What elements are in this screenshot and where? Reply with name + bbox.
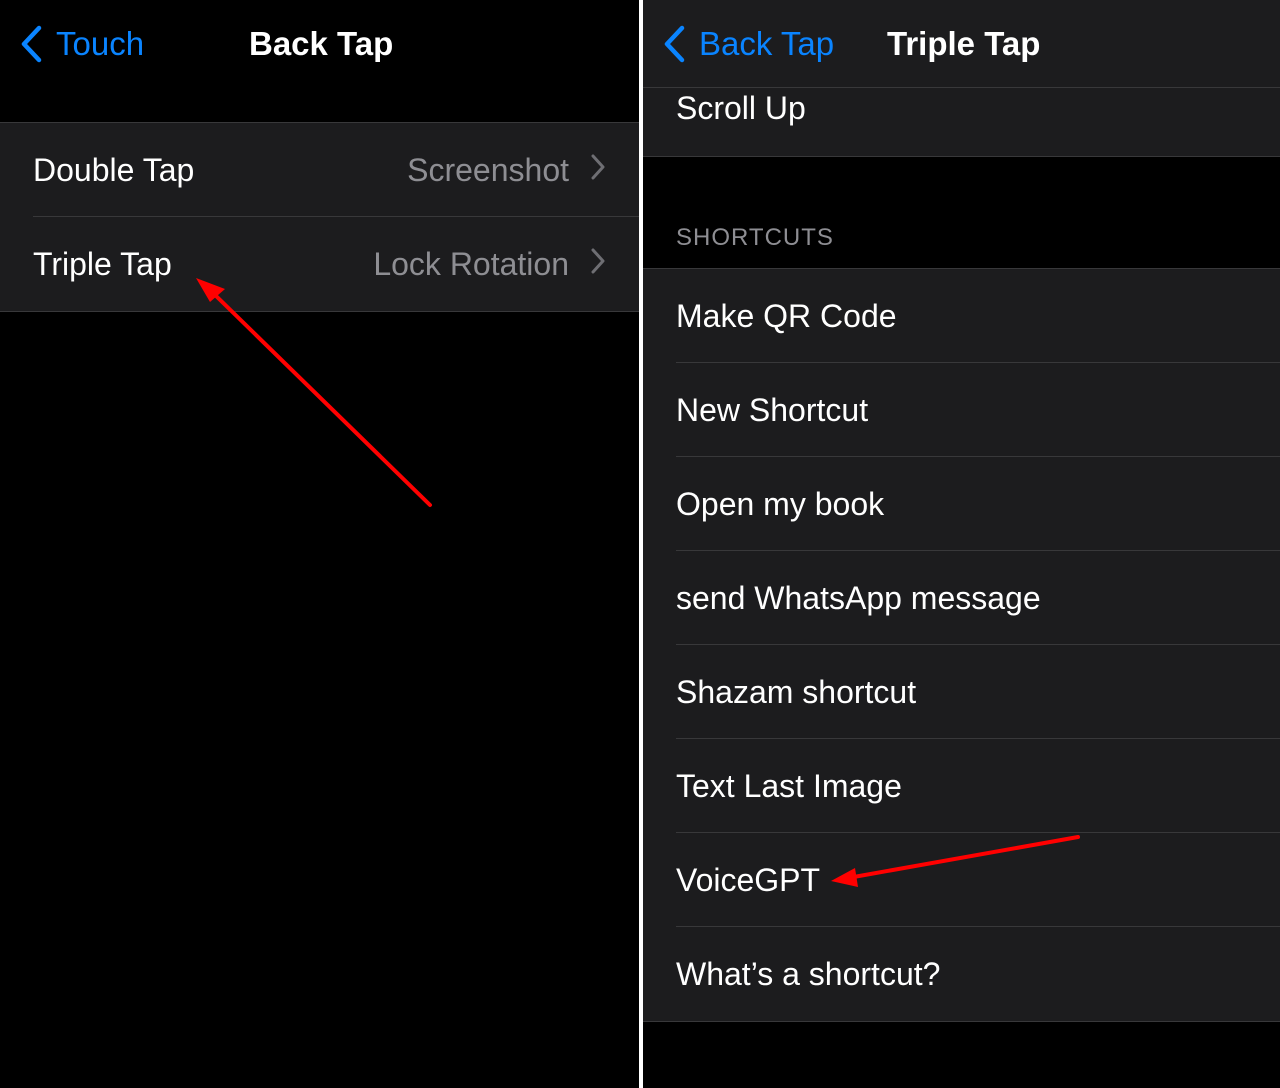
shortcut-label: Text Last Image — [676, 767, 902, 804]
section-header-shortcuts: SHORTCUTS — [676, 224, 834, 251]
row-value: Screenshot — [407, 151, 569, 188]
row-label: Triple Tap — [33, 245, 172, 282]
row-label: Double Tap — [33, 151, 195, 188]
row-value: Lock Rotation — [373, 245, 569, 282]
row-double-tap[interactable]: Double Tap Screenshot — [0, 123, 639, 217]
shortcut-item[interactable]: Shazam shortcut — [643, 645, 1280, 739]
shortcut-label: New Shortcut — [676, 391, 869, 428]
nav-bar: Touch Back Tap — [0, 0, 639, 88]
row-triple-tap[interactable]: Triple Tap Lock Rotation — [0, 217, 639, 311]
page-title: Triple Tap — [887, 25, 1041, 62]
chevron-right-icon — [591, 154, 605, 180]
back-button-label: Touch — [56, 25, 145, 62]
back-tap-screen: Touch Back Tap Double Tap Screenshot Tri… — [0, 0, 639, 1088]
shortcut-label: Shazam shortcut — [676, 673, 917, 710]
shortcuts-group: Make QR Code New Shortcut Open my book s… — [643, 268, 1280, 1022]
row-label: Scroll Up — [676, 90, 806, 126]
shortcut-label: Make QR Code — [676, 297, 897, 334]
shortcut-label: What’s a shortcut? — [676, 955, 941, 992]
shortcut-item-voicegpt[interactable]: VoiceGPT — [643, 833, 1280, 927]
back-button-touch[interactable]: Touch — [20, 20, 144, 68]
shortcut-item[interactable]: What’s a shortcut? — [643, 927, 1280, 1021]
chevron-right-icon — [591, 248, 605, 274]
nav-bar: Back Tap Triple Tap — [643, 0, 1280, 88]
shortcut-item[interactable]: New Shortcut — [643, 363, 1280, 457]
shortcut-item[interactable]: Open my book — [643, 457, 1280, 551]
chevron-left-icon — [664, 25, 685, 63]
shortcut-label: VoiceGPT — [676, 861, 821, 898]
shortcut-item[interactable]: send WhatsApp message — [643, 551, 1280, 645]
shortcut-item[interactable]: Make QR Code — [643, 269, 1280, 363]
tap-settings-group: Double Tap Screenshot Triple Tap Lock Ro… — [0, 122, 639, 312]
page-title: Back Tap — [249, 25, 394, 62]
shortcut-label: Open my book — [676, 485, 885, 522]
triple-tap-screen: Scroll Up Back Tap Triple Tap SHORTCUTS … — [643, 0, 1280, 1088]
shortcut-item[interactable]: Text Last Image — [643, 739, 1280, 833]
shortcut-label: send WhatsApp message — [676, 579, 1041, 616]
back-button-label: Back Tap — [699, 25, 835, 62]
chevron-left-icon — [21, 25, 42, 63]
back-button-back-tap[interactable]: Back Tap — [663, 20, 834, 68]
